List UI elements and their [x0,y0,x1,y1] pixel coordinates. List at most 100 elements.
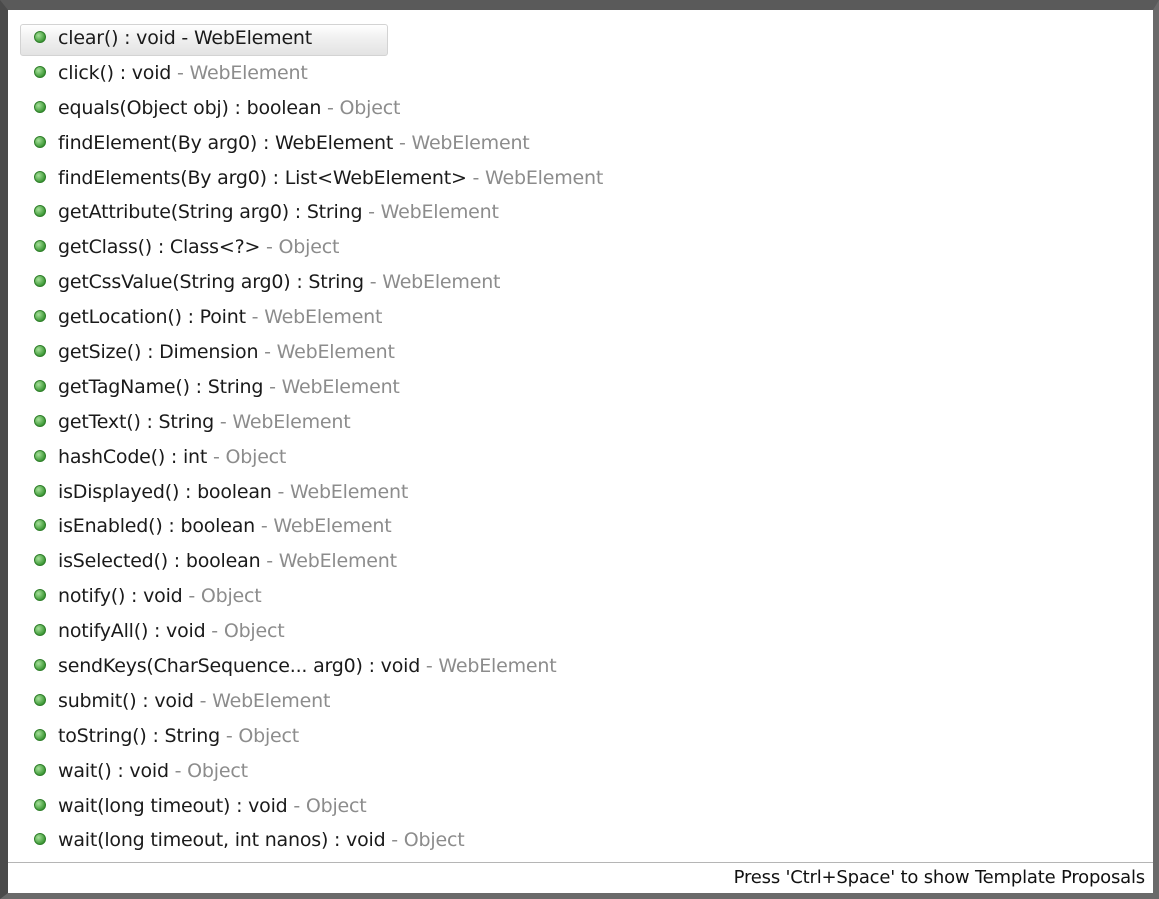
proposal-item[interactable]: notifyAll() : void - Object [18,617,1153,652]
proposal-separator: - [171,61,190,84]
proposal-item[interactable]: equals(Object obj) : boolean - Object [18,94,1153,129]
proposal-separator: - [182,585,201,608]
public-method-icon [34,798,46,811]
public-method-icon [34,763,46,776]
proposal-separator: - [175,27,194,49]
proposal-item[interactable]: getLocation() : Point - WebElement [18,303,1153,338]
public-method-icon [34,554,46,567]
proposal-owner: WebElement [411,131,530,154]
template-proposals-hint: Press 'Ctrl+Space' to show Template Prop… [733,867,1146,888]
public-method-icon [34,379,46,392]
public-method-icon [34,310,46,323]
proposal-signature: getSize() : Dimension [58,341,259,364]
proposal-item[interactable]: getAttribute(String arg0) : String - Web… [18,198,1153,233]
proposal-signature: equals(Object obj) : boolean [58,96,322,119]
proposal-signature: wait(long timeout) : void [58,794,288,817]
proposal-signature: getCssValue(String arg0) : String [58,271,364,294]
proposal-item[interactable]: submit() : void - WebElement [18,687,1153,722]
proposal-owner: Object [339,96,401,119]
public-method-icon [34,693,46,706]
proposal-item[interactable]: wait(long timeout) : void - Object [18,792,1153,827]
proposal-item[interactable]: getText() : String - WebElement [18,408,1153,443]
proposal-separator: - [260,236,279,259]
proposal-item[interactable]: hashCode() : int - Object [18,443,1153,478]
public-method-icon [34,519,46,532]
proposal-owner: WebElement [438,655,557,678]
proposal-item[interactable]: click() : void - WebElement [18,59,1153,94]
proposal-signature: hashCode() : int [58,445,208,468]
proposal-owner: WebElement [232,410,351,433]
proposal-item[interactable]: findElements(By arg0) : List<WebElement>… [18,164,1153,199]
proposal-owner: Object [200,585,262,608]
public-method-icon [34,345,46,358]
proposal-separator: - [258,341,277,364]
proposal-owner: Object [278,236,340,259]
public-method-icon [34,135,46,148]
public-method-icon [34,240,46,253]
proposal-signature: getAttribute(String arg0) : String [58,201,363,224]
proposal-owner: WebElement [289,480,409,503]
proposal-owner: WebElement [382,271,501,294]
proposal-separator: - [193,689,213,712]
proposal-signature: toString() : String [58,724,220,747]
proposal-signature: submit() : void [58,689,194,712]
proposal-signature: findElement(By arg0) : WebElement [58,131,394,154]
public-method-icon [34,275,46,288]
proposal-separator: - [207,445,226,468]
proposal-separator: - [245,306,265,329]
proposal-item[interactable]: wait() : void - Object [18,757,1153,792]
public-method-icon [34,65,46,78]
public-method-icon [34,624,46,637]
proposal-separator: - [363,271,383,294]
proposal-item[interactable]: toString() : String - Object [18,722,1153,757]
proposal-separator: - [321,96,340,119]
proposal-signature: getText() : String [58,410,215,433]
proposal-signature: wait() : void [58,759,169,782]
proposal-owner: Object [225,445,287,468]
proposal-signature: findElements(By arg0) : List<WebElement> [58,166,467,189]
proposal-item[interactable]: getTagName() : String - WebElement [18,373,1153,408]
proposal-signature: isDisplayed() : boolean [58,480,272,503]
proposal-item[interactable]: sendKeys(CharSequence... arg0) : void - … [18,652,1153,687]
proposal-owner: WebElement [278,550,397,573]
proposal-owner: Object [187,759,248,782]
proposal-owner: WebElement [193,27,313,49]
proposal-item[interactable]: isSelected() : boolean - WebElement [18,547,1153,582]
proposal-signature: getClass() : Class<?> [58,236,261,259]
public-method-icon [34,833,46,846]
proposal-separator: - [287,794,306,817]
public-method-icon [34,484,46,497]
proposal-item[interactable]: clear() : void - WebElement [18,24,1153,59]
proposal-signature: notify() : void [58,585,183,608]
proposal-owner: Object [403,829,465,852]
proposal-separator: - [362,201,381,224]
proposal-signature: sendKeys(CharSequence... arg0) : void [58,655,421,678]
proposal-owner: WebElement [189,61,308,84]
status-bar: Press 'Ctrl+Space' to show Template Prop… [8,862,1153,893]
proposal-owner: WebElement [485,166,604,189]
public-method-icon [34,170,46,183]
proposal-item[interactable]: findElement(By arg0) : WebElement - WebE… [18,129,1153,164]
proposal-separator: - [205,620,224,643]
proposal-signature: isEnabled() : boolean [58,515,256,538]
proposal-separator: - [260,550,279,573]
proposal-separator: - [385,829,404,852]
proposal-signature: isSelected() : boolean [58,550,261,573]
public-method-icon [34,589,46,602]
proposal-owner: WebElement [212,689,331,712]
proposal-item[interactable]: getClass() : Class<?> - Object [18,233,1153,268]
proposal-separator: - [214,410,233,433]
proposal-item[interactable]: getCssValue(String arg0) : String - WebE… [18,268,1153,303]
proposal-item[interactable]: notify() : void - Object [18,582,1153,617]
proposal-item[interactable]: getSize() : Dimension - WebElement [18,338,1153,373]
proposal-separator: - [271,480,290,503]
proposal-list: clear() : void - WebElement click() : vo… [18,24,1153,861]
proposal-owner: Object [305,794,367,817]
proposal-owner: WebElement [281,375,400,398]
public-method-icon [34,205,46,218]
proposal-item[interactable]: isDisplayed() : boolean - WebElement [18,478,1153,513]
proposal-owner: WebElement [380,201,499,224]
proposal-item[interactable]: isEnabled() : boolean - WebElement [18,512,1153,547]
proposal-item[interactable]: wait(long timeout, int nanos) : void - O… [18,826,1153,861]
proposal-owner: Object [223,620,285,643]
